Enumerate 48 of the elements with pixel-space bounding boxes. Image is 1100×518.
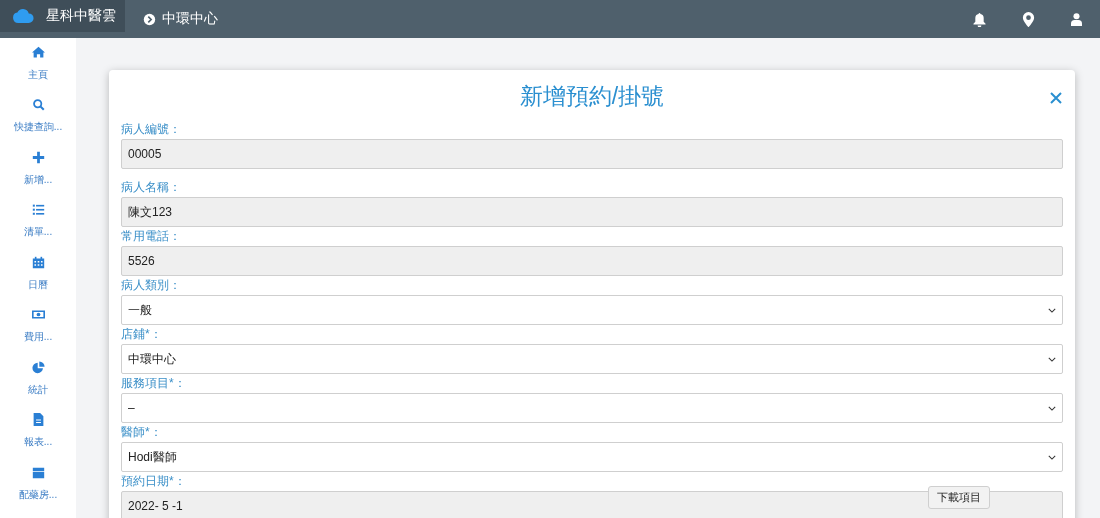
sidebar-item[interactable]: 快捷查詢... (13, 98, 63, 151)
sidebar-item[interactable]: 費用... (23, 308, 53, 361)
select-field[interactable]: 中環中心 (121, 344, 1063, 374)
sidebar-item[interactable]: 統計 (28, 360, 48, 414)
search-icon (31, 98, 45, 112)
location-link[interactable]: 中環中心 (143, 10, 218, 28)
readonly-field[interactable]: 陳文123 (121, 197, 1063, 227)
field-label: 病人編號： (121, 122, 182, 137)
brand-name: 星科中醫雲 (46, 7, 116, 25)
box-icon (31, 465, 45, 479)
chevron-circle-icon (143, 12, 156, 26)
field-label: 服務項目*： (121, 376, 187, 391)
select-field[interactable]: 一般 (121, 295, 1063, 325)
field-label: 預約日期*： (121, 474, 187, 489)
field-label: 病人名稱： (121, 180, 182, 195)
brand-block[interactable]: 星科中醫雲 (0, 0, 125, 32)
sidebar-item[interactable]: 配藥房... (18, 465, 58, 518)
plus-icon (31, 150, 45, 164)
select-field[interactable]: Hodi醫師 (121, 442, 1063, 472)
caret-icon (1048, 454, 1056, 460)
pie-chart-icon (31, 360, 45, 374)
home-icon (31, 46, 45, 59)
field-label: 店鋪*： (121, 327, 163, 342)
sidebar-item[interactable]: 主頁 (28, 46, 48, 99)
dialog-title: 新增預約/掛號 (519, 81, 665, 111)
tooltip: 下載項目 (928, 486, 990, 509)
calendar-icon (31, 255, 45, 269)
sidebar-item[interactable]: 新增... (23, 150, 53, 204)
document-icon (31, 413, 45, 427)
bell-icon[interactable] (973, 11, 986, 27)
field-label: 病人類別： (121, 278, 182, 293)
field-label: 常用電話： (121, 229, 182, 244)
field-label: 醫師*： (121, 425, 163, 440)
caret-icon (1048, 307, 1056, 313)
cloud-icon (13, 9, 34, 23)
sidebar-item[interactable]: 報表... (23, 413, 53, 466)
caret-icon (1048, 356, 1056, 362)
banknote-icon (31, 308, 45, 322)
select-field[interactable]: – (121, 393, 1063, 423)
readonly-field[interactable]: 00005 (121, 139, 1063, 169)
readonly-field[interactable]: 5526 (121, 246, 1063, 276)
sidebar-item[interactable]: 日曆 (28, 255, 48, 309)
sidebar-item[interactable]: 清單... (23, 203, 53, 256)
user-icon[interactable] (1071, 11, 1082, 27)
list-icon (31, 203, 45, 217)
close-icon[interactable] (1050, 92, 1062, 104)
caret-icon (1048, 405, 1056, 411)
map-pin-icon[interactable] (1022, 11, 1035, 27)
